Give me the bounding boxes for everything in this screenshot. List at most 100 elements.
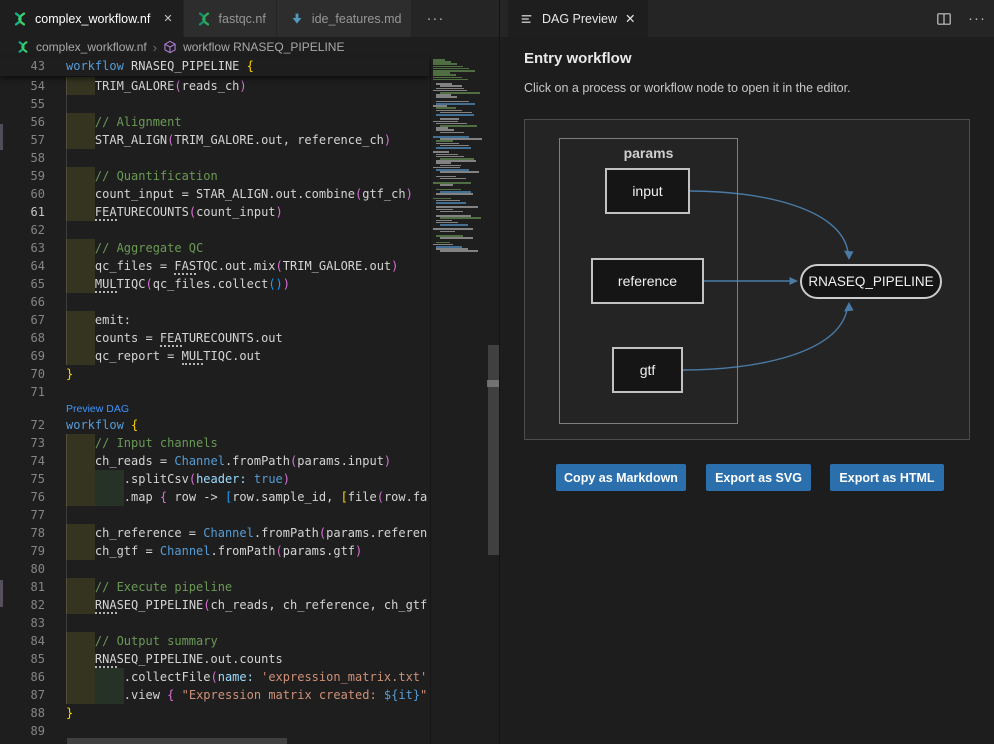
node-reference[interactable]: reference [591, 258, 704, 304]
line-number: 87 [0, 686, 45, 704]
code-line-43[interactable]: 43workflow RNASEQ_PIPELINE { [0, 57, 429, 75]
code-line-82[interactable]: 82RNASEQ_PIPELINE(ch_reads, ch_reference… [0, 596, 429, 614]
copy-as-markdown-button[interactable]: Copy as Markdown [556, 464, 686, 491]
line-number: 84 [0, 632, 45, 650]
node-label: input [632, 183, 662, 199]
tab-dag-preview[interactable]: DAG Preview ✕ [508, 0, 648, 37]
code-line-59[interactable]: 59// Quantification [0, 167, 429, 185]
code-line-73[interactable]: 73// Input channels [0, 434, 429, 452]
code-line-63[interactable]: 63// Aggregate QC [0, 239, 429, 257]
breadcrumb-symbol[interactable]: workflow RNASEQ_PIPELINE [183, 40, 344, 54]
line-number: 57 [0, 131, 45, 149]
vscode-window: complex_workflow.nf ✕ fastqc.nf ide_feat… [0, 0, 994, 744]
minimap[interactable] [430, 57, 487, 744]
export-as-html-button[interactable]: Export as HTML [830, 464, 944, 491]
code-line-88[interactable]: 88} [0, 704, 429, 722]
node-label: RNASEQ_PIPELINE [808, 274, 933, 289]
dag-preview-panel: DAG Preview ✕ ··· Entry workflow Click o… [500, 0, 994, 744]
tab-ide-features[interactable]: ide_features.md [277, 0, 413, 37]
line-number: 55 [0, 95, 45, 113]
more-actions-icon[interactable]: ··· [968, 10, 986, 27]
code-line-58[interactable]: 58 [0, 149, 429, 167]
code-lines: Preview DAG 54TRIM_GALORE(reads_ch)5556/… [0, 57, 429, 744]
chevron-right-icon: › [153, 40, 157, 55]
panel-tab-label: DAG Preview [542, 12, 617, 26]
line-number: 69 [0, 347, 45, 365]
code-line-70[interactable]: 70} [0, 365, 429, 383]
close-icon[interactable]: ✕ [163, 12, 172, 25]
line-number: 74 [0, 452, 45, 470]
panel-actions: ··· [936, 0, 986, 37]
code-line-76[interactable]: 76.map { row -> [row.sample_id, [file(ro… [0, 488, 429, 506]
line-number: 60 [0, 185, 45, 203]
code-line-56[interactable]: 56// Alignment [0, 113, 429, 131]
panel-tabbar: DAG Preview ✕ ··· [500, 0, 994, 37]
tab-fastqc[interactable]: fastqc.nf [184, 0, 277, 37]
node-input[interactable]: input [605, 168, 690, 214]
line-number: 77 [0, 506, 45, 524]
line-number: 58 [0, 149, 45, 167]
cluster-label: params [560, 145, 737, 161]
breadcrumb-file[interactable]: complex_workflow.nf [36, 40, 147, 54]
line-number: 54 [0, 77, 45, 95]
code-line-81[interactable]: 81// Execute pipeline [0, 578, 429, 596]
code-line-84[interactable]: 84// Output summary [0, 632, 429, 650]
code-line-65[interactable]: 65MULTIQC(qc_files.collect()) [0, 275, 429, 293]
code-line-67[interactable]: 67emit: [0, 311, 429, 329]
code-line-54[interactable]: 54TRIM_GALORE(reads_ch) [0, 77, 429, 95]
line-number: 76 [0, 488, 45, 506]
panel-description: Click on a process or workflow node to o… [524, 81, 851, 95]
code-line-75[interactable]: 75.splitCsv(header: true) [0, 470, 429, 488]
line-number: 75 [0, 470, 45, 488]
codelens-preview-dag[interactable]: Preview DAG [66, 402, 129, 416]
editor-group: complex_workflow.nf ✕ fastqc.nf ide_feat… [0, 0, 500, 744]
node-gtf[interactable]: gtf [612, 347, 683, 393]
node-rnaseq-pipeline[interactable]: RNASEQ_PIPELINE [800, 264, 942, 299]
breadcrumb: complex_workflow.nf › workflow RNASEQ_PI… [0, 37, 500, 57]
line-number: 83 [0, 614, 45, 632]
split-editor-icon[interactable] [936, 11, 952, 27]
code-line-64[interactable]: 64qc_files = FASTQC.out.mix(TRIM_GALORE.… [0, 257, 429, 275]
tab-label: ide_features.md [312, 12, 402, 26]
code-line-55[interactable]: 55 [0, 95, 429, 113]
code-line-61[interactable]: 61FEATURECOUNTS(count_input) [0, 203, 429, 221]
code-line-69[interactable]: 69qc_report = MULTIQC.out [0, 347, 429, 365]
code-line-66[interactable]: 66 [0, 293, 429, 311]
line-number: 62 [0, 221, 45, 239]
code-line-83[interactable]: 83 [0, 614, 429, 632]
line-number: 67 [0, 311, 45, 329]
code-line-78[interactable]: 78ch_reference = Channel.fromPath(params… [0, 524, 429, 542]
panel-body: Entry workflow Click on a process or wor… [500, 37, 994, 744]
panel-heading: Entry workflow [524, 50, 632, 67]
nextflow-icon [12, 11, 28, 27]
code-line-60[interactable]: 60count_input = STAR_ALIGN.out.combine(g… [0, 185, 429, 203]
horizontal-scrollbar-thumb[interactable] [67, 738, 287, 744]
code-line-77[interactable]: 77 [0, 506, 429, 524]
code-line-86[interactable]: 86.collectFile(name: 'expression_matrix.… [0, 668, 429, 686]
dag-diagram: params input reference gtf RNASEQ_PIPELI… [524, 119, 970, 440]
tab-label: fastqc.nf [219, 12, 266, 26]
code-line-71[interactable]: 71 [0, 383, 429, 401]
code-line-62[interactable]: 62 [0, 221, 429, 239]
code-line-57[interactable]: 57STAR_ALIGN(TRIM_GALORE.out, reference_… [0, 131, 429, 149]
tab-label: complex_workflow.nf [35, 12, 150, 26]
line-number: 81 [0, 578, 45, 596]
line-number: 71 [0, 383, 45, 401]
tab-complex-workflow[interactable]: complex_workflow.nf ✕ [0, 0, 184, 37]
code-line-72[interactable]: 72workflow { [0, 416, 429, 434]
node-label: reference [618, 273, 677, 289]
code-line-68[interactable]: 68counts = FEATURECOUNTS.out [0, 329, 429, 347]
export-as-svg-button[interactable]: Export as SVG [706, 464, 811, 491]
sticky-scroll-line[interactable]: 43workflow RNASEQ_PIPELINE { [0, 57, 429, 76]
code-line-87[interactable]: 87.view { "Expression matrix created: ${… [0, 686, 429, 704]
code-line-79[interactable]: 79ch_gtf = Channel.fromPath(params.gtf) [0, 542, 429, 560]
tab-overflow-icon[interactable]: ··· [412, 0, 458, 37]
line-number: 73 [0, 434, 45, 452]
code-line-74[interactable]: 74ch_reads = Channel.fromPath(params.inp… [0, 452, 429, 470]
horizontal-scrollbar[interactable] [0, 737, 429, 744]
code-editor[interactable]: Preview DAG 54TRIM_GALORE(reads_ch)5556/… [0, 57, 500, 744]
code-line-80[interactable]: 80 [0, 560, 429, 578]
close-icon[interactable]: ✕ [625, 11, 635, 26]
code-line-85[interactable]: 85RNASEQ_PIPELINE.out.counts [0, 650, 429, 668]
line-number: 66 [0, 293, 45, 311]
